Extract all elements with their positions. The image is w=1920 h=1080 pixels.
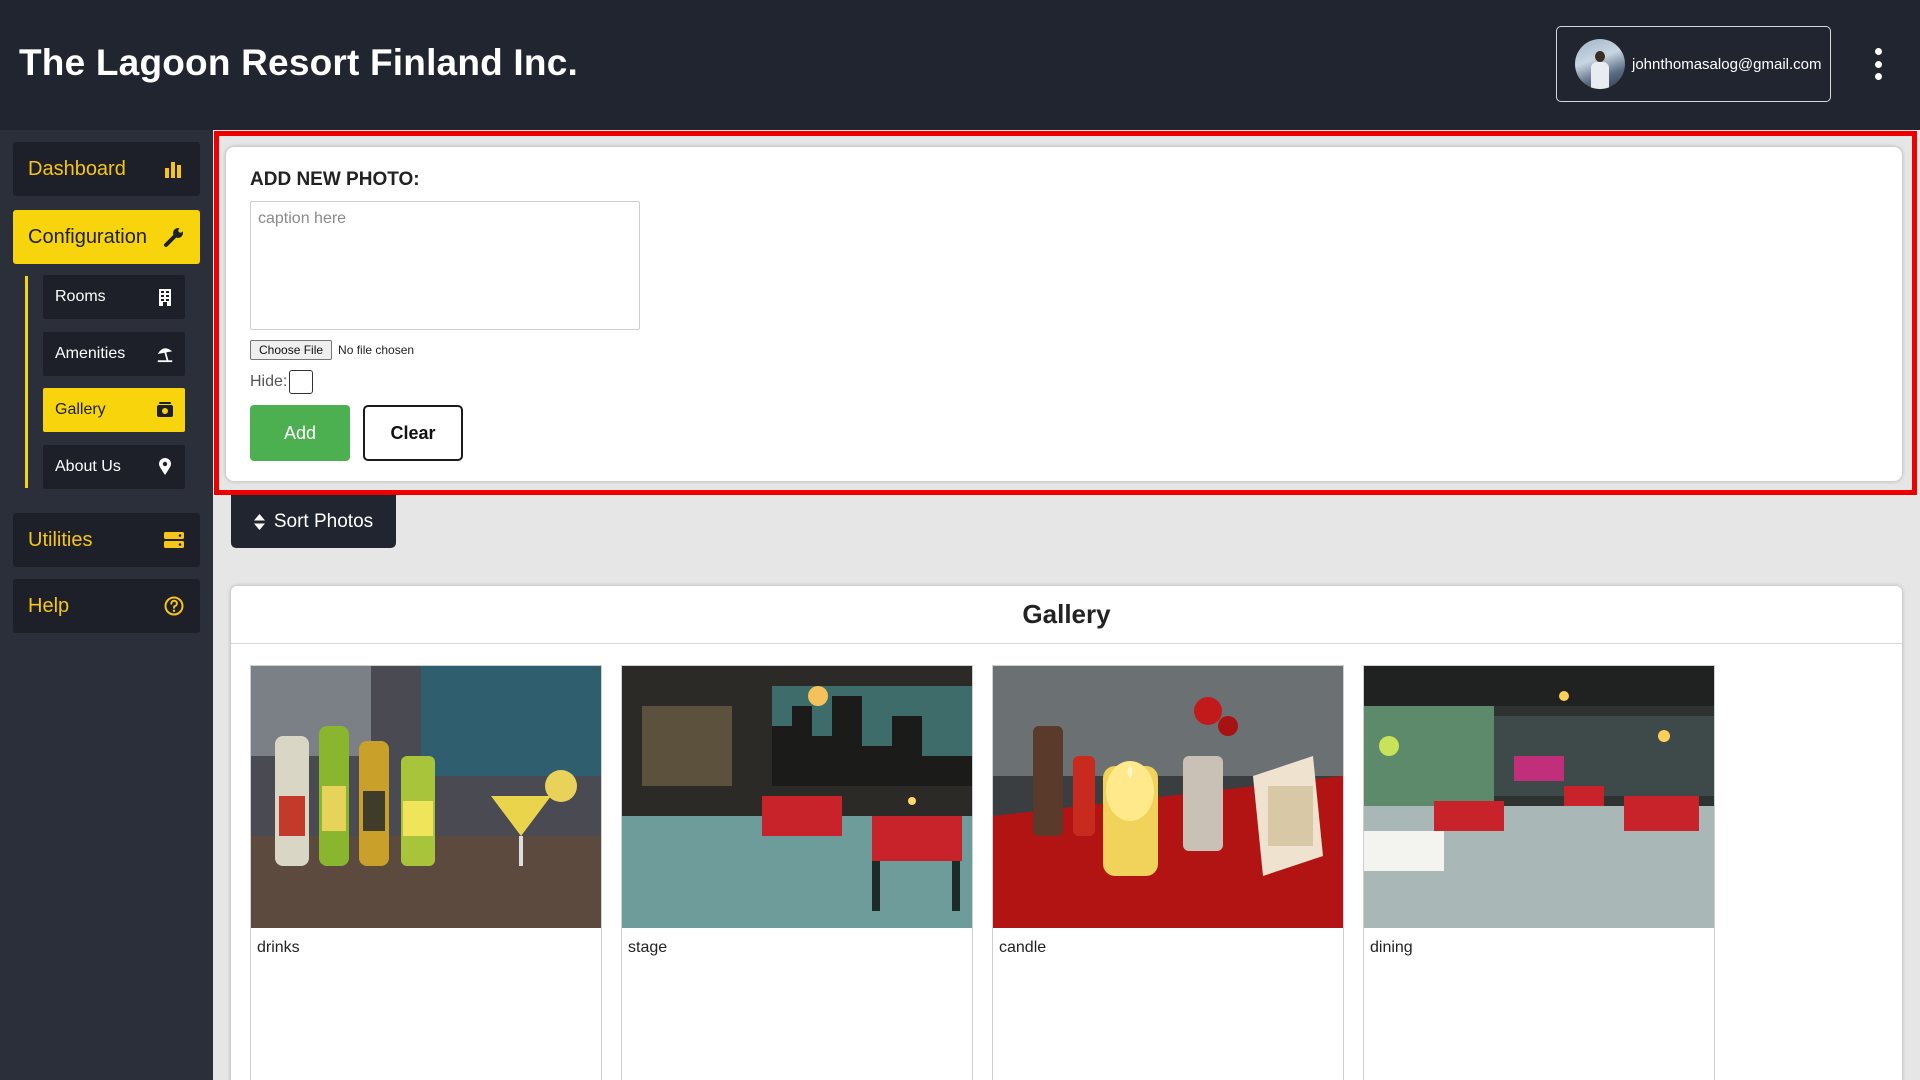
sidebar-item-label: About Us xyxy=(55,458,121,475)
gallery-panel: Gallery drinks stage candle dining xyxy=(231,586,1902,1080)
clear-button[interactable]: Clear xyxy=(363,405,463,461)
bar-chart-icon xyxy=(163,158,185,180)
user-account-chip[interactable]: johnthomasalog@gmail.com xyxy=(1556,26,1831,102)
sidebar-item-dashboard[interactable]: Dashboard xyxy=(13,142,200,196)
add-photo-form: ADD NEW PHOTO: Choose File No file chose… xyxy=(226,147,1902,481)
photo-caption: drinks xyxy=(257,939,300,956)
sidebar-item-label: Dashboard xyxy=(28,157,126,180)
avatar xyxy=(1575,39,1625,89)
more-options-icon[interactable] xyxy=(1872,48,1884,80)
app-title: The Lagoon Resort Finland Inc. xyxy=(19,42,578,83)
sort-photos-button[interactable]: Sort Photos xyxy=(231,495,396,548)
photo-caption: candle xyxy=(999,939,1047,956)
sort-photos-label: Sort Photos xyxy=(273,510,374,532)
sidebar-item-help[interactable]: Help xyxy=(13,579,200,633)
sidebar-item-about-us[interactable]: About Us xyxy=(43,445,185,489)
hide-option: Hide: xyxy=(250,370,314,394)
hide-label: Hide: xyxy=(250,373,288,390)
sidebar-item-label: Amenities xyxy=(55,345,126,362)
form-title: ADD NEW PHOTO: xyxy=(250,169,420,190)
sidebar-item-label: Help xyxy=(28,594,70,617)
building-icon xyxy=(156,288,174,306)
sidebar-item-label: Rooms xyxy=(55,288,106,305)
sidebar: Dashboard Configuration Rooms Amenities … xyxy=(0,130,213,1080)
sidebar-item-gallery[interactable]: Gallery xyxy=(43,388,185,432)
hide-checkbox[interactable] xyxy=(289,370,314,394)
gallery-title: Gallery xyxy=(231,586,1902,644)
wrench-icon xyxy=(163,226,185,248)
photo-thumbnail-drinks xyxy=(251,666,601,928)
sort-icon xyxy=(253,513,265,530)
gallery-photo-card[interactable]: drinks xyxy=(250,665,602,1080)
photo-caption: stage xyxy=(628,939,668,956)
sidebar-item-label: Utilities xyxy=(28,528,93,551)
map-pin-icon xyxy=(156,458,174,476)
question-circle-icon xyxy=(163,595,185,617)
photo-caption: dining xyxy=(1370,939,1413,956)
photo-thumbnail-candle xyxy=(993,666,1343,928)
sidebar-item-utilities[interactable]: Utilities xyxy=(13,513,200,567)
submenu-divider xyxy=(25,276,28,488)
photo-album-icon xyxy=(156,401,174,419)
umbrella-beach-icon xyxy=(156,345,174,363)
sidebar-item-amenities[interactable]: Amenities xyxy=(43,332,185,376)
file-status-text: No file chosen xyxy=(338,343,415,357)
sidebar-item-label: Gallery xyxy=(55,401,106,418)
server-icon xyxy=(163,529,185,551)
sidebar-item-label: Configuration xyxy=(28,225,147,248)
app-header: The Lagoon Resort Finland Inc. johnthoma… xyxy=(0,0,1920,130)
file-picker: Choose File No file chosen xyxy=(250,340,414,360)
gallery-photo-card[interactable]: candle xyxy=(992,665,1344,1080)
photo-thumbnail-stage xyxy=(622,666,972,928)
sidebar-item-configuration[interactable]: Configuration xyxy=(13,210,200,264)
caption-input[interactable] xyxy=(250,201,640,330)
photo-thumbnail-dining xyxy=(1364,666,1714,928)
add-button[interactable]: Add xyxy=(250,405,350,461)
user-email: johnthomasalog@gmail.com xyxy=(1632,55,1822,73)
gallery-photo-card[interactable]: stage xyxy=(621,665,973,1080)
gallery-photo-card[interactable]: dining xyxy=(1363,665,1715,1080)
sidebar-item-rooms[interactable]: Rooms xyxy=(43,275,185,319)
choose-file-button[interactable]: Choose File xyxy=(250,340,333,360)
